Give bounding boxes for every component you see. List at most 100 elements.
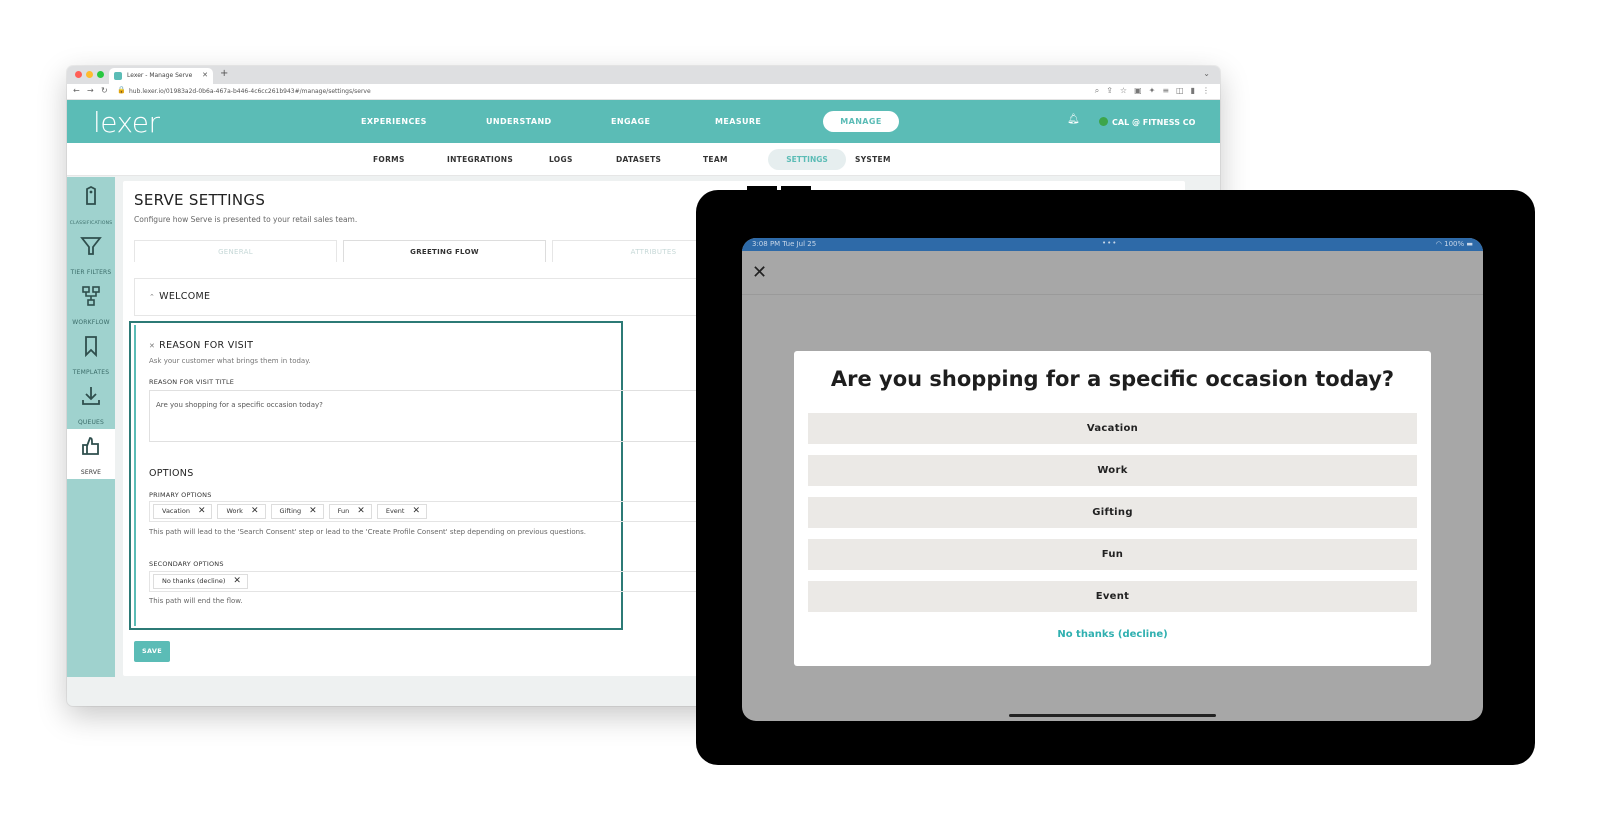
subnav-system[interactable]: SYSTEM <box>855 155 891 164</box>
reason-subtitle: Ask your customer what brings them in to… <box>149 357 311 365</box>
sidebar-item-serve[interactable]: SERVE <box>67 429 115 479</box>
subnav-settings[interactable]: SETTINGS <box>768 149 846 170</box>
reason-title-text: REASON FOR VISIT <box>159 340 254 351</box>
minimize-window-icon[interactable] <box>86 71 93 78</box>
sidebar-item-label: CLASSIFICATIONS <box>69 221 113 226</box>
chip-label: Gifting <box>279 507 302 515</box>
question-card: Are you shopping for a specific occasion… <box>794 351 1431 666</box>
primary-options-note: This path will lead to the 'Search Conse… <box>149 528 586 536</box>
window-controls[interactable] <box>75 71 104 78</box>
remove-icon[interactable]: ✕ <box>251 506 259 516</box>
option-chip[interactable]: Vacation ✕ <box>153 504 213 519</box>
sidebar-item-workflow[interactable]: WORKFLOW <box>67 279 115 327</box>
bell-icon[interactable]: 🔔︎ <box>1067 114 1080 125</box>
option-fun-button[interactable]: Fun <box>808 539 1417 570</box>
expand-icon[interactable]: ⌃ <box>149 293 155 301</box>
extension-icon[interactable]: ▣ <box>1134 86 1142 96</box>
share-icon[interactable]: ⇪ <box>1106 86 1113 96</box>
sidebar-item-templates[interactable]: TEMPLATES <box>67 329 115 377</box>
battery-level: 100% <box>1444 240 1465 248</box>
remove-icon[interactable]: ✕ <box>198 506 206 516</box>
secondary-options-label: SECONDARY OPTIONS <box>149 560 224 568</box>
reload-icon[interactable]: ↻ <box>101 86 108 95</box>
nav-experiences[interactable]: EXPERIENCES <box>361 117 427 126</box>
subnav-forms[interactable]: FORMS <box>373 155 405 164</box>
option-event-button[interactable]: Event <box>808 581 1417 612</box>
browser-tab[interactable]: Lexer - Manage Serve ✕ <box>109 68 213 84</box>
reason-title[interactable]: ✕ REASON FOR VISIT <box>149 340 253 351</box>
option-chip[interactable]: Fun ✕ <box>328 504 372 519</box>
page-subtitle: Configure how Serve is presented to your… <box>134 215 358 224</box>
new-tab-icon[interactable]: + <box>220 68 228 79</box>
subnav-team[interactable]: TEAM <box>703 155 728 164</box>
close-icon[interactable]: ✕ <box>752 262 767 283</box>
lexer-logo[interactable]: lexer <box>93 106 160 139</box>
remove-icon[interactable]: ✕ <box>233 576 241 586</box>
zoom-icon[interactable]: ⌕ <box>1095 86 1099 96</box>
welcome-section[interactable]: ⌃ WELCOME <box>134 278 714 316</box>
extension-icon[interactable]: ▮ <box>1191 86 1195 96</box>
menu-icon[interactable]: ⋮ <box>1202 86 1210 96</box>
option-chip[interactable]: No thanks (decline) ✕ <box>153 574 248 589</box>
primary-options-input[interactable]: Vacation ✕ Work ✕ Gifting ✕ Fun ✕ Event ✕ <box>149 501 709 522</box>
tab-general[interactable]: GENERAL <box>134 240 337 262</box>
option-gifting-button[interactable]: Gifting <box>808 497 1417 528</box>
maximize-window-icon[interactable] <box>97 71 104 78</box>
serve-icon <box>82 437 99 455</box>
tag-icon <box>86 185 96 205</box>
forward-icon[interactable]: → <box>87 86 94 95</box>
close-window-icon[interactable] <box>75 71 82 78</box>
question-title: Are you shopping for a specific occasion… <box>830 367 1395 391</box>
sidebar-item-label: TIER FILTERS <box>70 269 112 276</box>
home-indicator[interactable] <box>1009 714 1216 717</box>
option-chip[interactable]: Gifting ✕ <box>270 504 324 519</box>
secondary-options-note: This path will end the flow. <box>149 597 243 605</box>
reading-list-icon[interactable]: ≡ <box>1162 86 1169 96</box>
tab-greeting-flow[interactable]: GREETING FLOW <box>343 240 546 262</box>
remove-icon[interactable]: ✕ <box>309 506 317 516</box>
option-vacation-button[interactable]: Vacation <box>808 413 1417 444</box>
secondary-options-input[interactable]: No thanks (decline) ✕ <box>149 571 709 592</box>
nav-measure[interactable]: MEASURE <box>715 117 761 126</box>
sidebar-icon[interactable]: ◫ <box>1176 86 1184 96</box>
org-selector[interactable]: CAL @ FITNESS CO <box>1099 117 1195 127</box>
nav-engage[interactable]: ENGAGE <box>611 117 650 126</box>
url-field[interactable]: hub.lexer.io/01983a2d-0b6a-467a-b446-4c6… <box>129 88 371 95</box>
subnav-datasets[interactable]: DATASETS <box>616 155 661 164</box>
download-icon <box>82 387 100 405</box>
decline-link[interactable]: No thanks (decline) <box>794 629 1431 640</box>
options-heading: OPTIONS <box>149 468 194 479</box>
sidebar-item-queues[interactable]: QUEUES <box>67 379 115 427</box>
favicon-icon <box>114 72 122 80</box>
chip-label: Event <box>385 507 405 515</box>
subnav-integrations[interactable]: INTEGRATIONS <box>447 155 513 164</box>
nav-manage[interactable]: MANAGE <box>823 111 899 132</box>
subnav-logs[interactable]: LOGS <box>549 155 573 164</box>
option-work-button[interactable]: Work <box>808 455 1417 486</box>
chevron-down-icon[interactable]: ⌄ <box>1203 69 1210 78</box>
back-icon[interactable]: ← <box>73 86 80 95</box>
welcome-title: WELCOME <box>159 291 211 302</box>
remove-icon[interactable]: ✕ <box>357 506 365 516</box>
device-button <box>781 186 811 192</box>
sidebar-item-classifications[interactable]: CLASSIFICATIONS <box>67 179 115 227</box>
option-chip[interactable]: Event ✕ <box>376 504 428 519</box>
remove-icon[interactable]: ✕ <box>412 506 420 516</box>
top-navigation: lexer EXPERIENCES UNDERSTAND ENGAGE MEAS… <box>67 100 1220 143</box>
sidebar-item-label: WORKFLOW <box>72 319 110 326</box>
close-tab-icon[interactable]: ✕ <box>202 71 208 79</box>
nav-understand[interactable]: UNDERSTAND <box>486 117 552 126</box>
sidebar: CLASSIFICATIONS TIER FILTERS WORKFLOW TE… <box>67 177 115 677</box>
option-chip[interactable]: Work ✕ <box>217 504 266 519</box>
device-button <box>747 186 777 192</box>
reason-title-field[interactable]: Are you shopping for a specific occasion… <box>149 390 709 442</box>
tablet-device: 3:08 PM Tue Jul 25 ••• ◠ 100% ▬ ✕ Are yo… <box>696 186 1535 765</box>
collapse-icon[interactable]: ✕ <box>149 342 155 350</box>
tablet-screen: 3:08 PM Tue Jul 25 ••• ◠ 100% ▬ ✕ Are yo… <box>742 238 1483 721</box>
multitask-icon[interactable]: ••• <box>1102 239 1117 247</box>
sidebar-item-tier-filters[interactable]: TIER FILTERS <box>67 229 115 277</box>
save-button[interactable]: SAVE <box>134 641 170 662</box>
status-time: 3:08 PM Tue Jul 25 <box>752 240 817 248</box>
extension-icon[interactable]: ✦ <box>1149 86 1156 96</box>
star-icon[interactable]: ☆ <box>1120 86 1127 96</box>
